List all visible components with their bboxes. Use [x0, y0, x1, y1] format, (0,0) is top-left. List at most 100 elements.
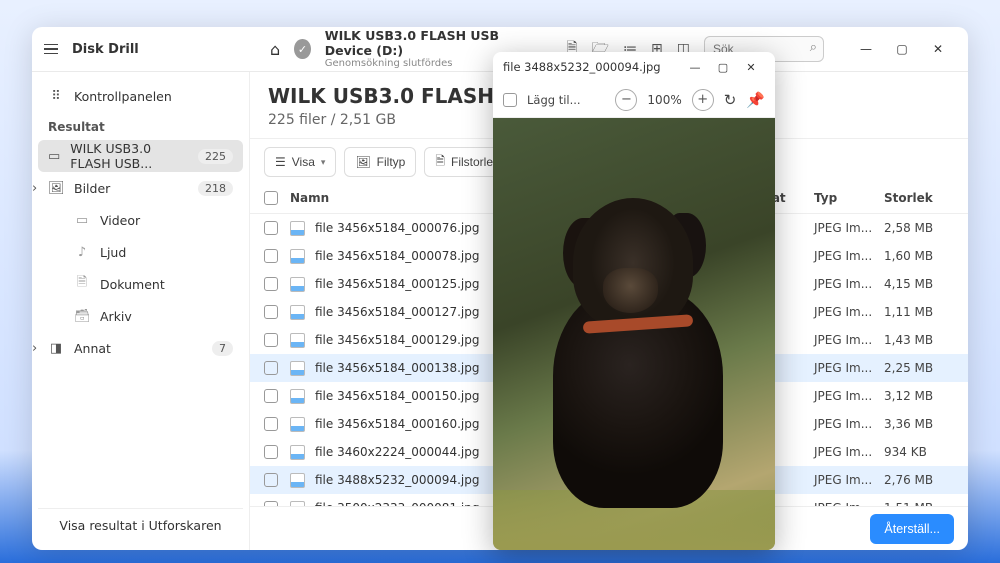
count-badge: 7	[212, 341, 233, 356]
select-all-checkbox[interactable]	[264, 191, 278, 205]
file-type: JPEG Im...	[814, 361, 884, 375]
other-icon: ◨	[48, 341, 64, 356]
sidebar-item-label: WILK USB3.0 FLASH USB...	[70, 141, 188, 171]
count-badge: 225	[198, 149, 233, 164]
preview-window-controls: — ▢ ✕	[681, 55, 765, 79]
file-type: JPEG Im...	[814, 277, 884, 291]
filetype-button[interactable]: 🖼 Filtyp	[344, 147, 416, 177]
maximize-button[interactable]: ▢	[884, 34, 920, 64]
file-size: 1,11 MB	[884, 305, 954, 319]
doc-small-icon: 🗎	[435, 152, 445, 173]
rotate-icon[interactable]: ↻	[724, 91, 737, 109]
file-type: JPEG Im...	[814, 445, 884, 459]
preview-maximize-button[interactable]: ▢	[709, 55, 737, 79]
file-type: JPEG Im...	[814, 305, 884, 319]
grid-dots-icon: ⠿	[48, 89, 64, 104]
file-icon	[290, 333, 305, 348]
preview-select-checkbox[interactable]	[503, 93, 517, 107]
drive-icon: ▭	[48, 149, 60, 164]
file-type: JPEG Im...	[814, 473, 884, 487]
sidebar-item-archives[interactable]: 🗃 Arkiv	[38, 300, 243, 332]
preview-close-button[interactable]: ✕	[737, 55, 765, 79]
file-size: 4,15 MB	[884, 277, 954, 291]
sidebar: ⠿ Kontrollpanelen Resultat ▭ WILK USB3.0…	[32, 72, 250, 550]
sidebar-item-label: Dokument	[100, 277, 165, 292]
lines-icon: ☰	[275, 155, 286, 169]
sidebar-item-label: Arkiv	[100, 309, 132, 324]
preview-image	[493, 118, 775, 550]
file-size: 3,36 MB	[884, 417, 954, 431]
preview-toolbar: Lägg til... − 100% + ↻ 📌	[493, 82, 775, 118]
row-checkbox[interactable]	[264, 389, 278, 403]
pin-icon[interactable]: 📌	[746, 91, 765, 109]
window-controls: — ▢ ✕	[848, 34, 956, 64]
row-checkbox[interactable]	[264, 277, 278, 291]
file-type: JPEG Im...	[814, 333, 884, 347]
sidebar-item-other[interactable]: ◨ Annat 7	[38, 332, 243, 364]
col-size[interactable]: Storlek	[884, 191, 954, 205]
count-badge: 218	[198, 181, 233, 196]
file-icon	[290, 305, 305, 320]
chevron-down-icon: ▾	[321, 157, 326, 168]
file-size: 3,12 MB	[884, 389, 954, 403]
file-icon	[290, 473, 305, 488]
file-type: JPEG Im...	[814, 221, 884, 235]
zoom-level: 100%	[647, 93, 681, 107]
sidebar-item-label: Annat	[74, 341, 111, 356]
preview-minimize-button[interactable]: —	[681, 55, 709, 79]
search-icon[interactable]: ⌕	[810, 40, 817, 55]
row-checkbox[interactable]	[264, 305, 278, 319]
file-type: JPEG Im...	[814, 389, 884, 403]
row-checkbox[interactable]	[264, 249, 278, 263]
sidebar-control-panel[interactable]: ⠿ Kontrollpanelen	[38, 80, 243, 112]
filetype-label: Filtyp	[377, 155, 406, 169]
file-size: 1,60 MB	[884, 249, 954, 263]
file-type: JPEG Im...	[814, 249, 884, 263]
sidebar-item-label: Videor	[100, 213, 140, 228]
sidebar-label: Kontrollpanelen	[74, 89, 172, 104]
home-icon[interactable]: ⌂	[270, 40, 280, 59]
row-checkbox[interactable]	[264, 473, 278, 487]
row-checkbox[interactable]	[264, 221, 278, 235]
file-size: 2,58 MB	[884, 221, 954, 235]
sidebar-section-results: Resultat	[38, 112, 243, 140]
app-title: Disk Drill	[72, 42, 252, 57]
sidebar-item-label: Ljud	[100, 245, 126, 260]
audio-icon: ♪	[74, 245, 90, 260]
file-icon	[290, 249, 305, 264]
file-icon	[290, 361, 305, 376]
document-icon: 🗎	[74, 273, 90, 295]
show-in-explorer-button[interactable]: Visa resultat i Utforskaren	[38, 508, 243, 542]
file-size: 934 KB	[884, 445, 954, 459]
row-checkbox[interactable]	[264, 445, 278, 459]
sidebar-item-images[interactable]: 🖼 Bilder 218	[38, 172, 243, 204]
file-icon	[290, 417, 305, 432]
preview-titlebar: file 3488x5232_000094.jpg — ▢ ✕	[493, 52, 775, 82]
col-type[interactable]: Typ	[814, 191, 884, 205]
archive-icon: 🗃	[74, 309, 90, 324]
row-checkbox[interactable]	[264, 333, 278, 347]
sidebar-item-device[interactable]: ▭ WILK USB3.0 FLASH USB... 225	[38, 140, 243, 172]
add-to-label[interactable]: Lägg til...	[527, 93, 581, 107]
file-size: 1,43 MB	[884, 333, 954, 347]
row-checkbox[interactable]	[264, 361, 278, 375]
row-checkbox[interactable]	[264, 417, 278, 431]
sidebar-item-label: Bilder	[74, 181, 110, 196]
file-icon	[290, 445, 305, 460]
sidebar-item-documents[interactable]: 🗎 Dokument	[38, 268, 243, 300]
file-size: 2,76 MB	[884, 473, 954, 487]
file-icon	[290, 389, 305, 404]
scan-complete-icon: ✓	[294, 39, 311, 59]
zoom-out-button[interactable]: −	[615, 89, 637, 111]
preview-window: file 3488x5232_000094.jpg — ▢ ✕ Lägg til…	[493, 52, 775, 550]
zoom-in-button[interactable]: +	[692, 89, 714, 111]
view-button[interactable]: ☰ Visa ▾	[264, 147, 336, 177]
sidebar-item-videos[interactable]: ▭ Videor	[38, 204, 243, 236]
minimize-button[interactable]: —	[848, 34, 884, 64]
restore-button[interactable]: Återställ...	[870, 514, 954, 544]
sidebar-item-audio[interactable]: ♪ Ljud	[38, 236, 243, 268]
close-button[interactable]: ✕	[920, 34, 956, 64]
menu-icon[interactable]	[44, 44, 58, 55]
image-small-icon: 🖼	[355, 155, 370, 169]
file-icon	[290, 277, 305, 292]
